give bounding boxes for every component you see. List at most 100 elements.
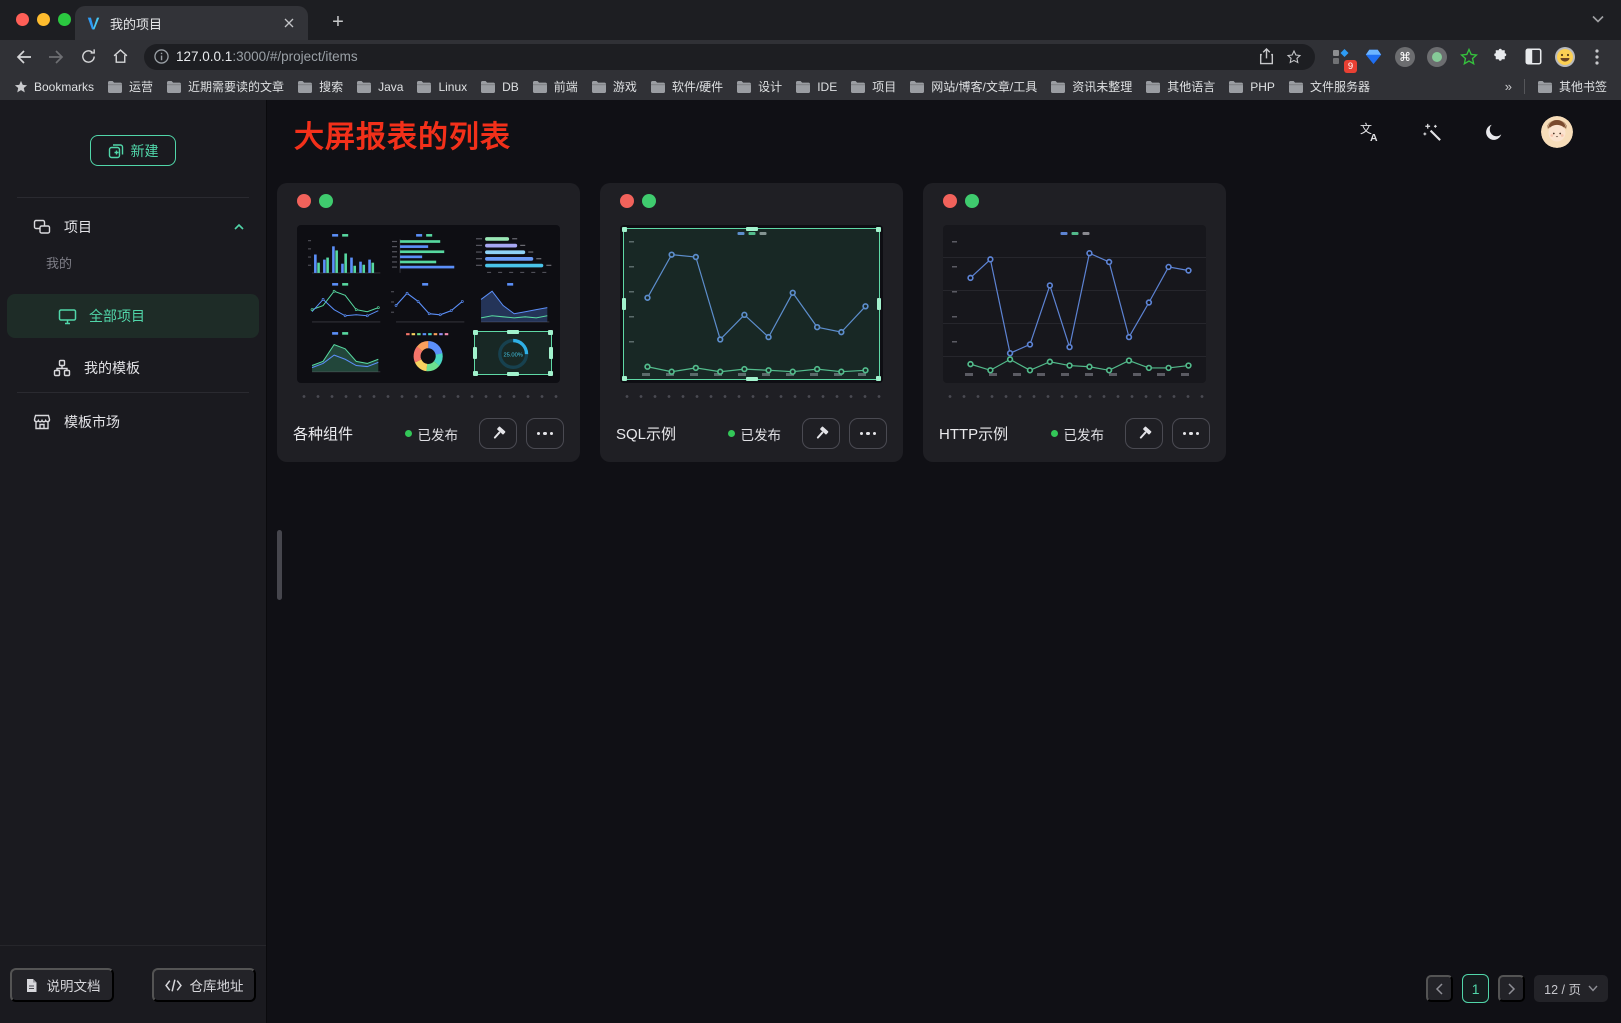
bookmark-folder[interactable]: 其他语言	[1145, 78, 1215, 95]
forward-button[interactable]	[43, 44, 69, 70]
selection-handle[interactable]	[473, 330, 478, 335]
bookmarks-overflow-chevron[interactable]: »	[1505, 79, 1512, 94]
browser-tab[interactable]: 我的项目	[75, 6, 308, 40]
edit-project-button[interactable]	[479, 418, 517, 449]
selection-handle[interactable]	[507, 330, 519, 334]
back-button[interactable]	[11, 44, 37, 70]
home-button[interactable]	[107, 44, 133, 70]
selection-handle[interactable]	[876, 227, 881, 232]
sidebar-item-template-market[interactable]: 模板市场	[0, 402, 266, 442]
extension-command-icon[interactable]: ⌘	[1392, 44, 1418, 70]
more-options-button[interactable]	[526, 418, 564, 449]
magic-wand-icon[interactable]	[1417, 117, 1447, 147]
bookmarks-manager[interactable]: Bookmarks	[14, 80, 94, 94]
selection-handle[interactable]	[548, 330, 553, 335]
reload-button[interactable]	[75, 44, 101, 70]
selection-handle[interactable]	[876, 376, 881, 381]
extension-gem-icon[interactable]	[1360, 44, 1386, 70]
bookmark-folder-label: 文件服务器	[1310, 78, 1370, 95]
bookmark-folder[interactable]: 近期需要读的文章	[166, 78, 284, 95]
close-window-button[interactable]	[16, 13, 29, 26]
bookmark-star-icon[interactable]	[1283, 46, 1305, 68]
project-preview-thumbnail[interactable]	[620, 225, 883, 383]
bookmark-folder[interactable]: 网站/博客/文章/工具	[909, 78, 1037, 95]
selection-handle[interactable]	[746, 227, 758, 231]
bookmark-folder[interactable]: Java	[356, 80, 403, 94]
bookmark-folder[interactable]: PHP	[1228, 80, 1275, 94]
bookmark-folder[interactable]: 设计	[736, 78, 782, 95]
address-bar[interactable]: 127.0.0.1:3000/#/project/items	[144, 44, 1315, 70]
bookmark-folder[interactable]: 搜索	[297, 78, 343, 95]
more-options-button[interactable]	[1172, 418, 1210, 449]
zoom-window-button[interactable]	[58, 13, 71, 26]
mini-gauge-selected: 25.00%	[474, 331, 552, 375]
sidebar-item-my-templates-label: 我的模板	[84, 358, 140, 378]
project-title: HTTP示例	[939, 423, 1051, 444]
selection-handle[interactable]	[622, 227, 627, 232]
extensions-puzzle-icon[interactable]	[1488, 44, 1514, 70]
profile-avatar-icon[interactable]	[1552, 44, 1578, 70]
bookmark-folder[interactable]: 项目	[850, 78, 896, 95]
page-size-select[interactable]: 12 / 页	[1534, 975, 1608, 1002]
docs-button[interactable]: 说明文档	[10, 968, 114, 1002]
bookmark-folder-label: 游戏	[613, 78, 637, 95]
current-page-button[interactable]: 1	[1462, 974, 1489, 1003]
edit-project-button[interactable]	[802, 418, 840, 449]
extension-record-icon[interactable]	[1424, 44, 1450, 70]
bookmark-folder[interactable]: 运营	[107, 78, 153, 95]
browser-menu-icon[interactable]	[1584, 44, 1610, 70]
extension-blocks-icon[interactable]: 9	[1328, 44, 1354, 70]
bookmark-folder[interactable]: 文件服务器	[1288, 78, 1370, 95]
share-icon[interactable]	[1255, 46, 1277, 68]
folder-icon	[1145, 80, 1161, 94]
extension-star-icon[interactable]	[1456, 44, 1482, 70]
y-axis-ticks	[952, 241, 957, 365]
bookmark-folder[interactable]: 游戏	[591, 78, 637, 95]
tab-search-chevron-icon[interactable]	[1587, 8, 1609, 30]
sidebar-group-project[interactable]: 项目	[0, 205, 266, 249]
bookmark-folder[interactable]: 资讯未整理	[1050, 78, 1132, 95]
site-info-icon[interactable]	[154, 49, 169, 64]
bookmark-folder[interactable]: 前端	[532, 78, 578, 95]
project-preview-thumbnail[interactable]: 25.00%	[297, 225, 560, 383]
project-preview-thumbnail[interactable]	[943, 225, 1206, 383]
selection-handle[interactable]	[622, 376, 627, 381]
url-text: 127.0.0.1:3000/#/project/items	[176, 49, 1249, 64]
other-bookmarks-label: 其他书签	[1559, 78, 1607, 95]
prev-page-button[interactable]	[1426, 975, 1453, 1002]
bookmarks-right: » 其他书签	[1505, 78, 1607, 95]
new-project-button[interactable]: 新建	[90, 135, 176, 166]
sidebar-item-my-templates[interactable]: 我的模板	[0, 348, 266, 388]
sidebar-subgroup-my: 我的	[0, 252, 266, 272]
sidebar-divider	[17, 392, 249, 393]
selection-handle[interactable]	[622, 298, 626, 310]
repo-button[interactable]: 仓库地址	[152, 968, 256, 1002]
bookmark-folder[interactable]: 软件/硬件	[650, 78, 723, 95]
tab-close-icon[interactable]	[280, 14, 298, 32]
dark-mode-moon-icon[interactable]	[1479, 117, 1509, 147]
selection-handle[interactable]	[746, 377, 758, 381]
sidebar-item-all-projects[interactable]: 全部项目	[7, 294, 259, 338]
more-options-button[interactable]	[849, 418, 887, 449]
other-bookmarks-folder[interactable]: 其他书签	[1537, 78, 1607, 95]
card-footer: HTTP示例 已发布	[923, 405, 1226, 462]
bookmark-folder[interactable]: IDE	[795, 80, 837, 94]
sidepanel-icon[interactable]	[1520, 44, 1546, 70]
selection-handle[interactable]	[507, 372, 519, 376]
bookmark-folder[interactable]: Linux	[416, 80, 467, 94]
scrollbar-thumb[interactable]	[277, 530, 282, 600]
selection-handle[interactable]	[877, 298, 881, 310]
folder-icon	[532, 80, 548, 94]
language-translate-icon[interactable]: 文 A	[1355, 117, 1385, 147]
edit-project-button[interactable]	[1125, 418, 1163, 449]
user-avatar[interactable]	[1541, 116, 1573, 148]
selection-handle[interactable]	[473, 347, 477, 359]
selection-handle[interactable]	[548, 371, 553, 376]
next-page-button[interactable]	[1498, 975, 1525, 1002]
bookmark-folder[interactable]: DB	[480, 80, 519, 94]
minimize-window-button[interactable]	[37, 13, 50, 26]
selection-handle[interactable]	[473, 371, 478, 376]
new-tab-button[interactable]: +	[326, 10, 350, 34]
chevron-up-icon[interactable]	[232, 220, 246, 234]
selection-handle[interactable]	[549, 347, 553, 359]
